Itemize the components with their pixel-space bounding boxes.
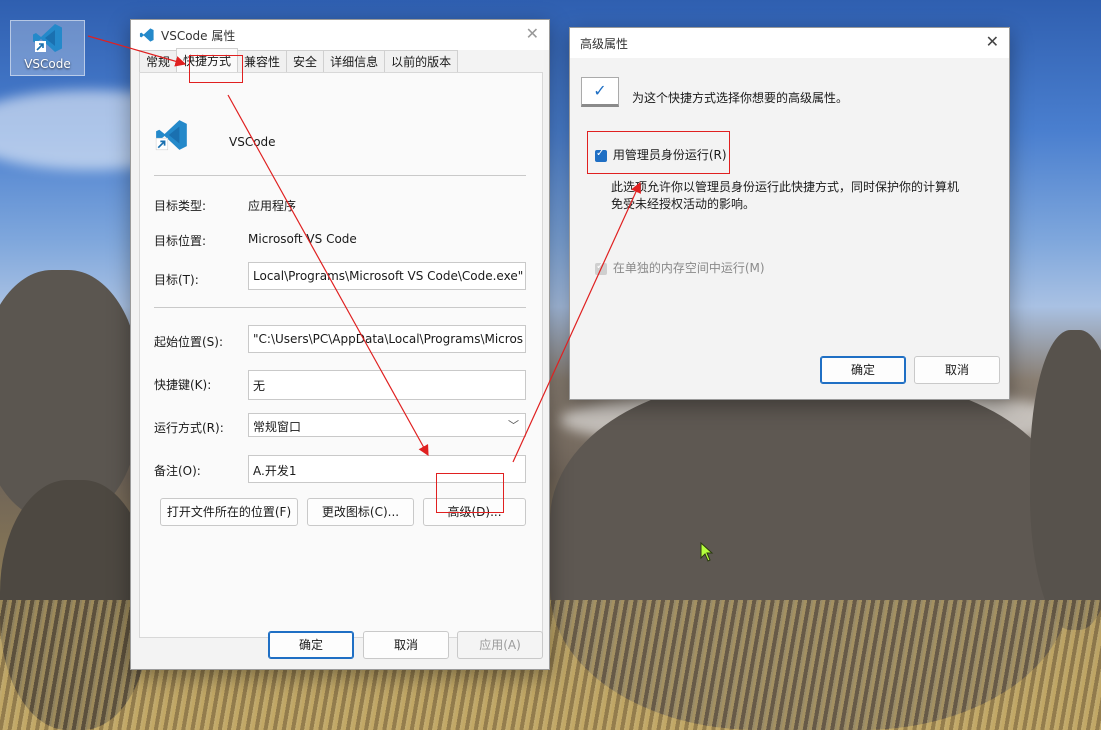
shortcut-key-label: 快捷键(K): (154, 378, 212, 392)
divider (154, 175, 526, 176)
target-field[interactable]: Local\Programs\Microsoft VS Code\Code.ex… (248, 262, 526, 290)
checkbox-disabled-icon (595, 261, 607, 275)
advanced-titlebar: 高级属性 ✕ (570, 28, 1009, 58)
annotation-box-shortcut-tab (189, 55, 243, 83)
advanced-properties-dialog: 高级属性 ✕ ✓ 为这个快捷方式选择你想要的高级属性。 用管理员身份运行(R) … (569, 27, 1010, 400)
divider (154, 307, 526, 308)
close-icon[interactable]: ✕ (526, 24, 539, 43)
ok-button[interactable]: 确定 (268, 631, 354, 659)
separate-memory-checkbox: 在单独的内存空间中运行(M) (595, 259, 765, 276)
open-file-location-button[interactable]: 打开文件所在的位置(F) (160, 498, 298, 526)
vscode-properties-window: VSCode 属性 ✕ 常规 快捷方式 兼容性 安全 详细信息 以前的版本 VS… (130, 19, 550, 670)
desktop-shortcut-vscode[interactable]: VSCode (10, 20, 85, 76)
tab-general[interactable]: 常规 (139, 50, 178, 72)
desktop-icon-label: VSCode (24, 57, 71, 71)
tab-compatibility[interactable]: 兼容性 (237, 50, 288, 72)
dialog-title: 高级属性 (580, 36, 629, 51)
target-type-label: 目标类型: (154, 199, 207, 213)
properties-titlebar: VSCode 属性 ✕ (131, 20, 549, 50)
shortcut-key-field[interactable]: 无 (248, 370, 526, 400)
cancel-button[interactable]: 取消 (363, 631, 449, 659)
change-icon-button[interactable]: 更改图标(C)... (307, 498, 414, 526)
start-in-label: 起始位置(S): (154, 335, 224, 349)
start-in-field[interactable]: "C:\Users\PC\AppData\Local\Programs\Micr… (248, 325, 526, 353)
run-select-value: 常规窗口 (253, 420, 302, 434)
dialog-intro: 为这个快捷方式选择你想要的高级属性。 (632, 91, 849, 105)
app-name: VSCode (229, 135, 276, 149)
vscode-icon (32, 24, 62, 52)
dialog-ok-button[interactable]: 确定 (820, 356, 906, 384)
annotation-box-advanced-button (436, 473, 504, 513)
target-location-label: 目标位置: (154, 234, 207, 248)
window-title: VSCode 属性 (161, 28, 236, 43)
tab-previous-versions[interactable]: 以前的版本 (384, 50, 459, 72)
close-icon[interactable]: ✕ (986, 32, 999, 51)
tab-bar: 常规 快捷方式 兼容性 安全 详细信息 以前的版本 (139, 48, 459, 72)
separate-memory-label: 在单独的内存空间中运行(M) (612, 261, 765, 275)
shortcut-check-image: ✓ (581, 77, 619, 107)
run-select[interactable]: 常规窗口 ﹀ (248, 413, 526, 437)
chevron-down-icon: ﹀ (508, 419, 519, 432)
run-label: 运行方式(R): (154, 421, 224, 435)
description-line: 此选项允许你以管理员身份运行此快捷方式，同时保护你的计算机 (611, 180, 960, 194)
description-line: 免受未经授权活动的影响。 (611, 197, 756, 211)
dialog-cancel-button[interactable]: 取消 (914, 356, 1000, 384)
annotation-box-run-as-admin (587, 131, 730, 174)
comment-label: 备注(O): (154, 464, 201, 478)
tab-security[interactable]: 安全 (286, 50, 325, 72)
vscode-icon (155, 120, 187, 151)
tab-details[interactable]: 详细信息 (323, 50, 386, 72)
target-type-value: 应用程序 (248, 199, 297, 213)
mouse-cursor-icon (700, 542, 714, 562)
shortcut-tab-panel: VSCode 目标类型: 应用程序 目标位置: Microsoft VS Cod… (139, 72, 543, 638)
target-location-value: Microsoft VS Code (248, 232, 357, 246)
vscode-icon (139, 28, 154, 42)
apply-button[interactable]: 应用(A) (457, 631, 543, 659)
target-label: 目标(T): (154, 273, 199, 287)
run-as-admin-description: 此选项允许你以管理员身份运行此快捷方式，同时保护你的计算机 免受未经授权活动的影… (611, 179, 959, 213)
background-elephant (0, 270, 140, 520)
background-elephant (1030, 330, 1101, 630)
